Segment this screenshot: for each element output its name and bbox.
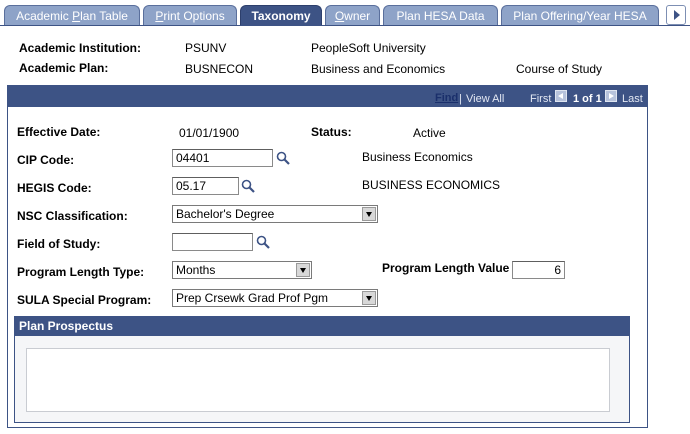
cip-code-input[interactable]: 04401 [172,149,273,167]
program-length-type-select[interactable]: Months [172,261,312,279]
tab-label: Plan Offering/Year HESA [513,9,647,23]
length-type-selected-value: Months [176,263,216,277]
tab-label: Plan HESA Data [396,9,485,23]
tab-plan-offering-year-hesa[interactable]: Plan Offering/Year HESA [501,5,659,25]
program-length-value-input[interactable]: 6 [512,261,565,279]
tab-plan-hesa-data[interactable]: Plan HESA Data [383,5,498,25]
tab-label-accesskey: O [334,9,345,23]
scroll-navigation-bar [7,85,648,107]
tab-divider [0,25,690,26]
plan-prospectus-title: Plan Prospectus [19,319,114,333]
nsc-classification-label: NSC Classification: [17,209,128,223]
sula-special-program-select[interactable]: Prep Crsewk Grad Prof Pgm [172,289,378,307]
hegis-description: BUSINESS ECONOMICS [362,178,501,192]
last-label: Last [622,93,643,105]
tab-owner[interactable]: Owner [325,5,380,25]
institution-name: PeopleSoft University [311,41,426,55]
sula-selected-value: Prep Crsewk Grad Prof Pgm [176,291,329,305]
cip-code-label: CIP Code: [17,153,75,167]
tab-label-accesskey: P [72,9,81,23]
next-row-icon[interactable] [605,90,617,102]
tab-label-pre: Academic [16,9,73,23]
cip-lookup-icon[interactable] [276,151,290,165]
plan-prospectus-textarea[interactable] [26,348,610,412]
plan-type: Course of Study [516,62,603,76]
previous-row-icon[interactable] [555,90,567,102]
chevron-down-icon [362,291,376,305]
plan-label: Academic Plan: [19,61,109,75]
tab-taxonomy[interactable]: Taxonomy [240,5,322,26]
institution-label: Academic Institution: [19,41,142,55]
row-count: 1 of 1 [573,93,602,105]
find-link[interactable]: Find [435,92,458,104]
tab-label: Taxonomy [251,9,311,23]
view-all-link[interactable]: View All [466,93,504,105]
chevron-down-icon [362,207,376,221]
first-label: First [530,93,552,105]
status-label: Status: [311,125,352,139]
plan-code: BUSNECON [185,62,254,76]
hegis-code-label: HEGIS Code: [17,181,92,195]
tab-label-post: lan Table [80,9,128,23]
nsc-classification-select[interactable]: Bachelor's Degree [172,205,378,223]
nav-separator: | [459,93,462,105]
hegis-lookup-icon[interactable] [241,179,255,193]
field-of-study-lookup-icon[interactable] [256,235,270,249]
program-length-type-label: Program Length Type: [17,265,145,279]
field-of-study-input[interactable] [172,233,253,251]
next-tab-button[interactable] [666,5,686,25]
nsc-selected-value: Bachelor's Degree [176,207,275,221]
field-of-study-label: Field of Study: [17,237,101,251]
tab-label-post: wner [344,9,371,23]
tab-print-options[interactable]: Print Options [143,5,237,25]
plan-name: Business and Economics [311,62,446,76]
institution-code: PSUNV [185,41,227,55]
effective-date-value: 01/01/1900 [179,126,240,140]
effective-date-label: Effective Date: [17,125,101,139]
status-value: Active [413,126,446,140]
chevron-down-icon [296,263,310,277]
tab-label-post: rint Options [163,9,225,23]
sula-special-program-label: SULA Special Program: [17,293,152,307]
program-length-value-label: Program Length Value [382,261,510,275]
hegis-code-input[interactable]: 05.17 [172,177,239,195]
cip-description: Business Economics [362,150,473,164]
tab-academic-plan-table[interactable]: Academic Plan Table [4,5,140,25]
